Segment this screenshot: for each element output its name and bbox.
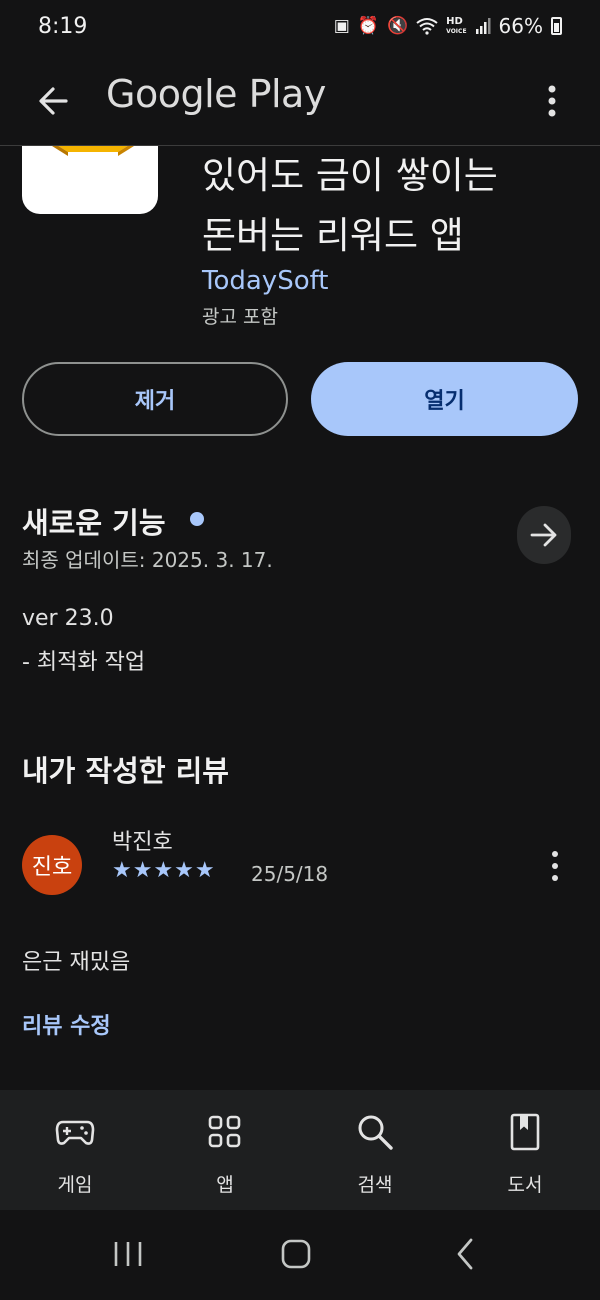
bottom-navigation: 게임 앱 검색 도서 <box>0 1090 600 1210</box>
nav-label-games: 게임 <box>57 1174 93 1196</box>
change-note: - 최적화 작업 <box>22 650 146 675</box>
nav-item-games[interactable]: 게임 <box>15 1090 135 1210</box>
mute-icon: 🔇 <box>387 16 409 36</box>
app-name-line2: 돈버는 리워드 앱 <box>202 214 464 257</box>
chevron-left-icon <box>457 1238 473 1270</box>
version-note: ver 23.0 <box>22 606 114 631</box>
hd-voice-icon: HD VOICE <box>446 15 467 35</box>
more-vert-icon <box>552 851 558 881</box>
apps-grid-icon <box>208 1115 241 1148</box>
system-navigation-bar <box>0 1210 600 1300</box>
back-nav-button[interactable] <box>435 1234 495 1274</box>
whats-new-arrow-button[interactable] <box>517 506 571 564</box>
my-review-title: 내가 작성한 리뷰 <box>22 754 229 788</box>
app-name-line1: 있어도 금이 쌓이는 <box>202 154 498 197</box>
new-indicator-dot <box>190 512 204 526</box>
battery-percent: 66% <box>498 14 543 38</box>
nav-label-apps: 앱 <box>216 1174 234 1196</box>
nav-item-search[interactable]: 검색 <box>315 1090 435 1210</box>
whats-new-title: 새로운 기능 <box>22 506 166 540</box>
home-icon <box>281 1239 311 1269</box>
review-more-button[interactable] <box>538 846 572 886</box>
book-icon <box>510 1113 540 1151</box>
last-updated: 최종 업데이트: 2025. 3. 17. <box>22 548 273 572</box>
reviewer-name: 박진호 <box>112 830 173 855</box>
edit-review-link[interactable]: 리뷰 수정 <box>22 1008 111 1040</box>
signal-icon <box>475 18 491 34</box>
nav-item-books[interactable]: 도서 <box>465 1090 585 1210</box>
more-options-button[interactable] <box>532 76 572 126</box>
arrow-forward-icon <box>530 523 557 547</box>
status-icons: ▣ ⏰ 🔇 HD VOICE 66% <box>334 14 562 38</box>
avatar: 진호 <box>22 835 82 895</box>
more-vert-icon <box>548 85 556 117</box>
app-name: 있어도 금이 쌓이는 돈버는 리워드 앱 <box>202 146 498 266</box>
notification-icon: ▣ <box>333 16 350 36</box>
arrow-back-icon <box>39 87 68 115</box>
top-app-bar: Google Play <box>0 56 600 146</box>
status-bar: 8:19 ▣ ⏰ 🔇 HD VOICE 66% <box>0 0 600 56</box>
home-button[interactable] <box>266 1234 326 1274</box>
review-text: 은근 재밌음 <box>22 950 131 975</box>
nav-item-apps[interactable]: 앱 <box>165 1090 285 1210</box>
search-icon <box>358 1115 393 1150</box>
open-button[interactable]: 열기 <box>311 362 578 436</box>
back-button[interactable] <box>28 76 78 126</box>
recent-apps-button[interactable] <box>98 1234 158 1274</box>
contains-ads-label: 광고 포함 <box>202 306 278 328</box>
alarm-icon: ⏰ <box>357 16 379 36</box>
uninstall-button[interactable]: 제거 <box>22 362 288 436</box>
star-rating: ★★★★★ <box>112 858 216 883</box>
nav-label-search: 검색 <box>357 1174 393 1196</box>
battery-icon <box>551 17 562 35</box>
review-date: 25/5/18 <box>251 862 329 886</box>
gamepad-icon <box>55 1120 95 1145</box>
app-details-page: 8:19 ▣ ⏰ 🔇 HD VOICE 66% Google Play 있어도 … <box>0 0 600 1300</box>
developer-link[interactable]: TodaySoft <box>202 266 329 296</box>
nav-label-books: 도서 <box>507 1174 543 1196</box>
recent-apps-icon <box>114 1242 142 1266</box>
status-time: 8:19 <box>38 14 88 39</box>
google-play-title: Google Play <box>106 72 326 116</box>
wifi-icon <box>416 18 438 35</box>
